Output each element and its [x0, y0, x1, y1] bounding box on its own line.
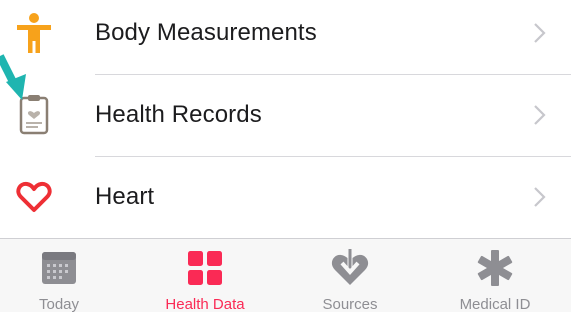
asterisk-icon — [475, 248, 515, 288]
tab-label: Today — [38, 296, 80, 312]
tab-label: Health Data — [165, 296, 245, 312]
tab-bar: Today Health Data Sources Medical ID — [0, 238, 571, 312]
health-category-list: Body Measurements Health Records Heart — [0, 0, 571, 238]
list-item-label: Health Records — [95, 101, 262, 128]
list-item-label: Body Measurements — [95, 19, 317, 46]
list-item-health-records[interactable]: Health Records — [0, 74, 571, 156]
tab-label: Sources — [322, 296, 378, 312]
chevron-right-icon — [533, 186, 547, 208]
tab-label: Medical ID — [459, 296, 531, 312]
list-item-body-measurements[interactable]: Body Measurements — [0, 0, 571, 74]
chevron-right-icon — [533, 104, 547, 126]
tab-medical-id[interactable]: Medical ID — [424, 239, 566, 312]
list-item-label: Heart — [95, 183, 155, 210]
heart-download-icon — [330, 248, 370, 288]
teal-arrow-icon — [0, 52, 28, 108]
chevron-right-icon — [533, 22, 547, 44]
list-item-heart[interactable]: Heart — [0, 156, 571, 238]
tab-today[interactable]: Today — [0, 239, 130, 312]
tab-sources[interactable]: Sources — [279, 239, 421, 312]
heart-icon — [12, 175, 56, 219]
calendar-icon — [39, 248, 79, 288]
grid-squares-icon — [185, 248, 225, 288]
person-figure-icon — [12, 11, 56, 55]
tab-health-data[interactable]: Health Data — [134, 239, 276, 312]
